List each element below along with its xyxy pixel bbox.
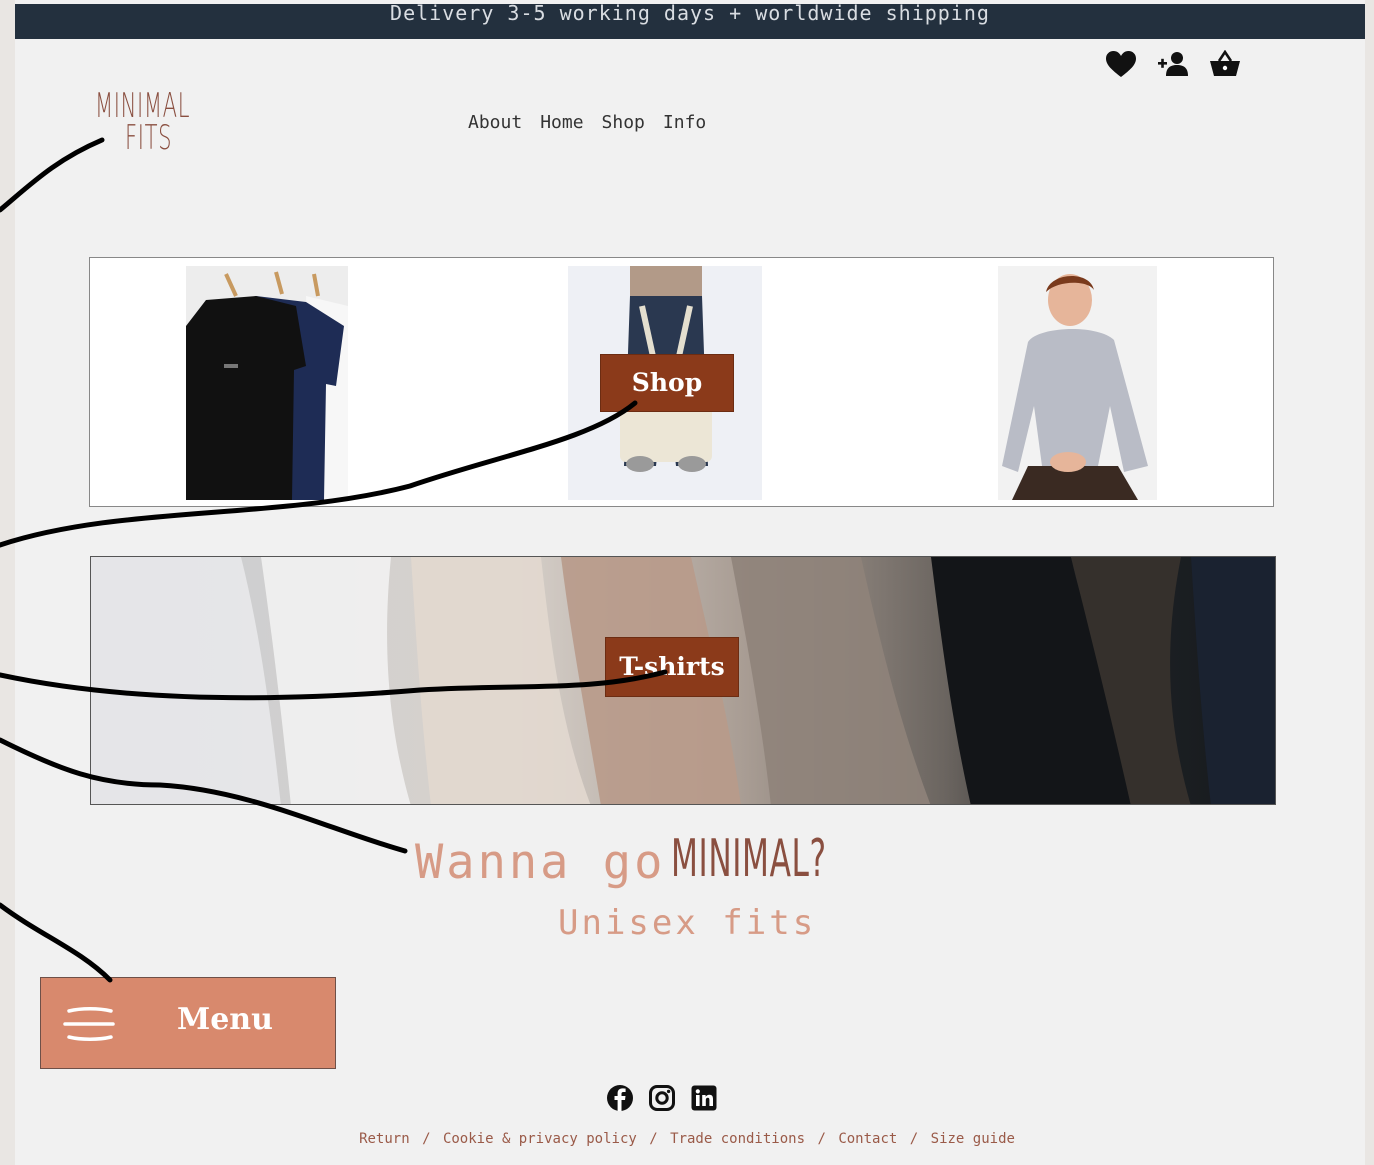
product-gallery: Shop	[89, 257, 1274, 507]
facebook-icon[interactable]	[606, 1084, 634, 1112]
nav-info[interactable]: Info	[663, 112, 706, 133]
nav-about[interactable]: About	[468, 112, 522, 133]
announcement-text: Delivery 3-5 working days + worldwide sh…	[390, 4, 990, 25]
tagline-prefix: Wanna go	[415, 835, 666, 890]
tote-bag-photo[interactable]: Shop	[568, 266, 762, 500]
logo-line-2: FITS	[125, 118, 173, 158]
header-icons	[1104, 50, 1242, 78]
basket-icon[interactable]	[1208, 50, 1242, 78]
tagline-sub: Unisex fits	[558, 903, 817, 943]
nav-home[interactable]: Home	[540, 112, 583, 133]
sweatshirt-model-photo[interactable]	[998, 266, 1157, 500]
nav-shop[interactable]: Shop	[602, 112, 645, 133]
main-nav: About Home Shop Info	[468, 112, 706, 133]
footer-trade-conditions[interactable]: Trade conditions	[670, 1131, 805, 1147]
tshirts-photo[interactable]	[186, 266, 348, 500]
menu-label: Menu	[177, 1002, 273, 1037]
footer-links: Return / Cookie & privacy policy / Trade…	[0, 1131, 1374, 1147]
tshirts-button[interactable]: T-shirts	[605, 637, 739, 697]
footer-separator: /	[649, 1131, 658, 1147]
instagram-icon[interactable]	[648, 1084, 676, 1112]
footer-separator: /	[422, 1131, 431, 1147]
footer-return[interactable]: Return	[359, 1131, 410, 1147]
tagline: Wanna go MINIMAL?	[415, 829, 931, 890]
tshirts-banner[interactable]: T-shirts	[90, 556, 1276, 805]
footer-contact[interactable]: Contact	[838, 1131, 897, 1147]
add-user-icon[interactable]	[1156, 50, 1190, 78]
announcement-bar: Delivery 3-5 working days + worldwide sh…	[15, 4, 1365, 39]
shop-button[interactable]: Shop	[600, 354, 734, 412]
hamburger-icon	[63, 1007, 115, 1041]
linkedin-icon[interactable]	[690, 1084, 718, 1112]
menu-button[interactable]: Menu	[40, 977, 336, 1069]
site-logo[interactable]: MINIMAL FITS	[95, 86, 235, 166]
heart-icon[interactable]	[1104, 50, 1138, 78]
footer-separator: /	[817, 1131, 826, 1147]
social-links	[606, 1084, 718, 1112]
footer-size-guide[interactable]: Size guide	[931, 1131, 1015, 1147]
footer-cookie-policy[interactable]: Cookie & privacy policy	[443, 1131, 637, 1147]
footer-separator: /	[909, 1131, 919, 1147]
tagline-brand: MINIMAL?	[671, 829, 828, 889]
